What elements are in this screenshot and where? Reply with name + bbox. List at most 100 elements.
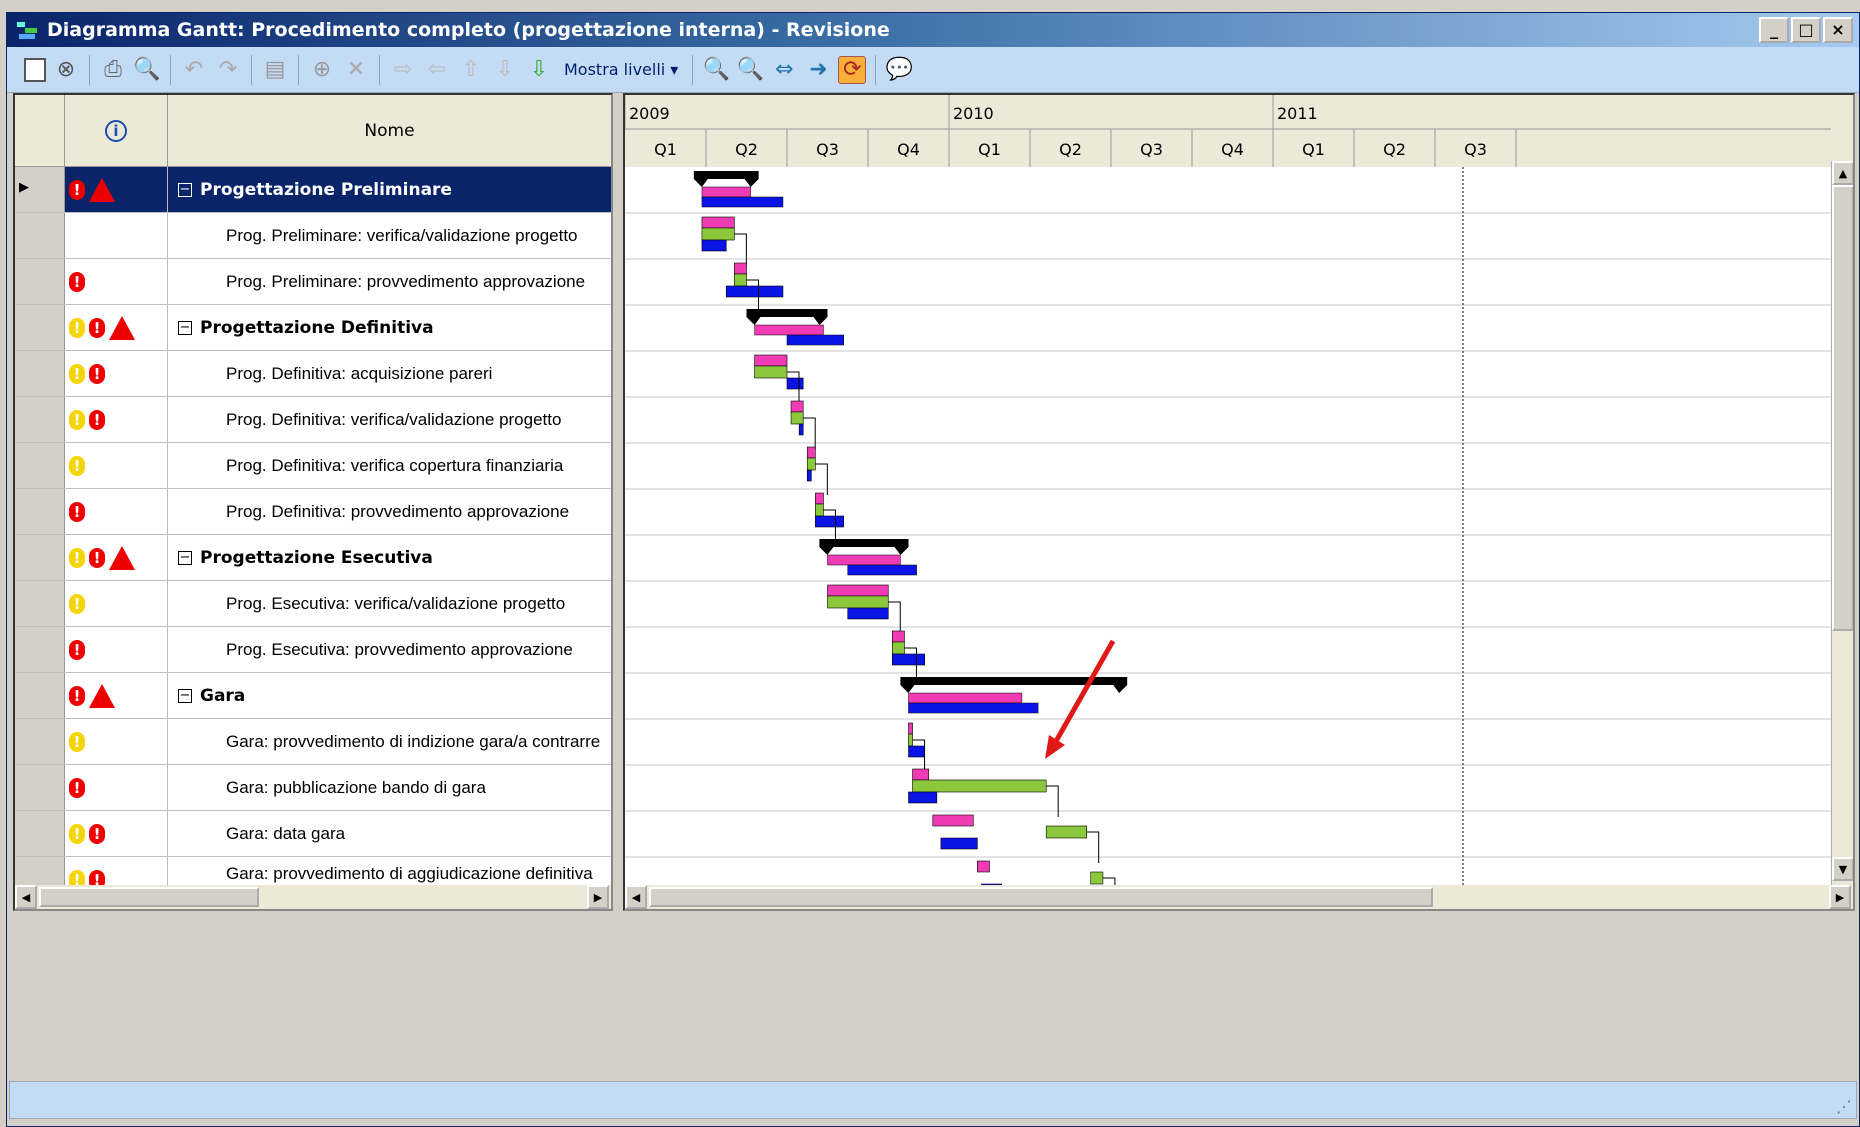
task-row[interactable]: !! − Progettazione Esecutiva: [15, 535, 611, 581]
alert-red-icon: !: [89, 363, 105, 384]
scroll-up-button[interactable]: ▲: [1832, 161, 1853, 185]
task-name[interactable]: Prog. Definitiva: verifica copertura fin…: [168, 443, 611, 488]
scroll-down-button[interactable]: ▼: [1832, 857, 1853, 881]
quarter-label: Q3: [816, 140, 839, 159]
task-row[interactable]: ! Prog. Esecutiva: provvedimento approvaz…: [15, 627, 611, 673]
task-name[interactable]: Gara: data gara: [168, 811, 611, 856]
task-row[interactable]: Prog. Preliminare: verifica/validazione …: [15, 213, 611, 259]
grid-scroll-thumb[interactable]: [39, 887, 259, 907]
show-levels-dropdown[interactable]: Mostra livelli ▾: [564, 60, 678, 79]
link-icon[interactable]: ➜: [804, 56, 832, 84]
refresh-icon[interactable]: ⟳: [838, 55, 867, 84]
actual-bar: [701, 239, 727, 252]
indent-icon[interactable]: ⇨: [389, 56, 417, 84]
row-selector[interactable]: [15, 673, 65, 718]
delete-icon[interactable]: ✕: [342, 56, 370, 84]
outdent-icon[interactable]: ⇦: [423, 56, 451, 84]
planned-bar: [806, 446, 816, 459]
task-row[interactable]: ! − Gara: [15, 673, 611, 719]
task-name[interactable]: Prog. Definitiva: provvedimento approvaz…: [168, 489, 611, 534]
move-down-icon[interactable]: ⇩: [491, 56, 519, 84]
row-selector[interactable]: [15, 581, 65, 626]
task-name[interactable]: Prog. Esecutiva: verifica/validazione pr…: [168, 581, 611, 626]
task-row[interactable]: ! Gara: provvedimento di indizione gara/a…: [15, 719, 611, 765]
zoom-out-icon[interactable]: 🔍: [736, 56, 764, 84]
gantt-scroll-right-button[interactable]: ▶: [1829, 885, 1851, 909]
task-row[interactable]: ! Prog. Esecutiva: verifica/validazione p…: [15, 581, 611, 627]
collapse-icon[interactable]: −: [178, 182, 192, 197]
task-name-text: Prog. Preliminare: provvedimento approva…: [226, 271, 586, 291]
task-row[interactable]: ! Prog. Definitiva: provvedimento approva…: [15, 489, 611, 535]
vertical-scroll-thumb[interactable]: [1832, 185, 1853, 631]
comment-icon[interactable]: 💬: [885, 56, 913, 84]
redo-icon[interactable]: ↷: [214, 56, 242, 84]
gantt-horizontal-scrollbar[interactable]: ◀ ▶: [625, 885, 1853, 909]
warning-triangle-icon: [89, 177, 115, 202]
gantt-vertical-scrollbar[interactable]: ▲ ▼: [1831, 161, 1853, 905]
task-row[interactable]: !! Prog. Definitiva: verifica/validazione…: [15, 397, 611, 443]
row-selector[interactable]: [15, 765, 65, 810]
baseline-bar: [806, 457, 816, 471]
task-row[interactable]: ! Prog. Definitiva: verifica copertura fi…: [15, 443, 611, 489]
baseline-bar: [912, 779, 1047, 793]
row-selector[interactable]: [15, 397, 65, 442]
task-name[interactable]: Prog. Definitiva: acquisizione pareri: [168, 351, 611, 396]
close-button[interactable]: ×: [1823, 17, 1853, 43]
fit-icon[interactable]: ⇔: [770, 56, 798, 84]
collapse-icon[interactable]: −: [178, 320, 192, 335]
task-name[interactable]: Gara: provvedimento di indizione gara/a …: [168, 719, 611, 764]
row-selector[interactable]: [15, 627, 65, 672]
summary-task-name[interactable]: − Gara: [168, 673, 611, 718]
task-name[interactable]: Prog. Definitiva: verifica/validazione p…: [168, 397, 611, 442]
summary-task-name[interactable]: − Progettazione Esecutiva: [168, 535, 611, 580]
collapse-icon[interactable]: −: [178, 550, 192, 565]
gantt-scroll-thumb[interactable]: [649, 887, 1433, 907]
task-row[interactable]: ! Prog. Preliminare: provvedimento approv…: [15, 259, 611, 305]
row-selector[interactable]: [15, 489, 65, 534]
move-up-icon[interactable]: ⇧: [457, 56, 485, 84]
grid-header-name[interactable]: Nome: [168, 95, 611, 167]
task-row[interactable]: !! Gara: data gara: [15, 811, 611, 857]
page-icon[interactable]: ▤: [261, 56, 289, 84]
task-name[interactable]: Prog. Esecutiva: provvedimento approvazi…: [168, 627, 611, 672]
minimize-button[interactable]: _: [1759, 17, 1789, 43]
task-name[interactable]: Prog. Preliminare: provvedimento approva…: [168, 259, 611, 304]
maximize-button[interactable]: □: [1791, 17, 1821, 43]
quarter-label: Q1: [1302, 140, 1325, 159]
row-selector[interactable]: [15, 305, 65, 350]
save-icon[interactable]: [24, 57, 46, 82]
undo-icon[interactable]: ↶: [180, 56, 208, 84]
resize-grip-icon[interactable]: ⋰: [1836, 1097, 1852, 1116]
task-row[interactable]: ▶! − Progettazione Preliminare: [15, 167, 611, 213]
row-selector[interactable]: [15, 535, 65, 580]
row-selector[interactable]: [15, 351, 65, 396]
task-row[interactable]: ! Gara: pubblicazione bando di gara: [15, 765, 611, 811]
row-selector[interactable]: [15, 811, 65, 856]
row-selector[interactable]: ▶: [15, 167, 65, 212]
add-icon[interactable]: ⊕: [308, 56, 336, 84]
row-selector[interactable]: [15, 213, 65, 258]
task-name-text: Gara: provvedimento di indizione gara/a …: [226, 731, 601, 751]
task-name-text: Gara: data gara: [226, 823, 346, 843]
alert-yellow-icon: !: [69, 547, 85, 568]
scroll-left-button[interactable]: ◀: [15, 885, 37, 909]
scroll-right-button[interactable]: ▶: [587, 885, 609, 909]
summary-task-name[interactable]: − Progettazione Definitiva: [168, 305, 611, 350]
row-selector[interactable]: [15, 443, 65, 488]
print-preview-icon[interactable]: 🔍: [133, 56, 161, 84]
row-selector[interactable]: [15, 719, 65, 764]
print-icon[interactable]: ⎙: [99, 56, 127, 84]
collapse-icon[interactable]: −: [178, 688, 192, 703]
zoom-in-icon[interactable]: 🔍: [702, 56, 730, 84]
grid-header-info[interactable]: i: [65, 95, 168, 167]
task-name[interactable]: Gara: pubblicazione bando di gara: [168, 765, 611, 810]
task-row[interactable]: !! Prog. Definitiva: acquisizione pareri: [15, 351, 611, 397]
summary-task-name[interactable]: − Progettazione Preliminare: [168, 167, 611, 212]
insert-below-icon[interactable]: ⇩: [525, 56, 553, 84]
grid-horizontal-scrollbar[interactable]: ◀ ▶: [15, 885, 611, 909]
cancel-icon[interactable]: ⊗: [52, 56, 80, 84]
row-selector[interactable]: [15, 259, 65, 304]
task-row[interactable]: !! − Progettazione Definitiva: [15, 305, 611, 351]
gantt-scroll-left-button[interactable]: ◀: [625, 885, 647, 909]
task-name[interactable]: Prog. Preliminare: verifica/validazione …: [168, 213, 611, 258]
